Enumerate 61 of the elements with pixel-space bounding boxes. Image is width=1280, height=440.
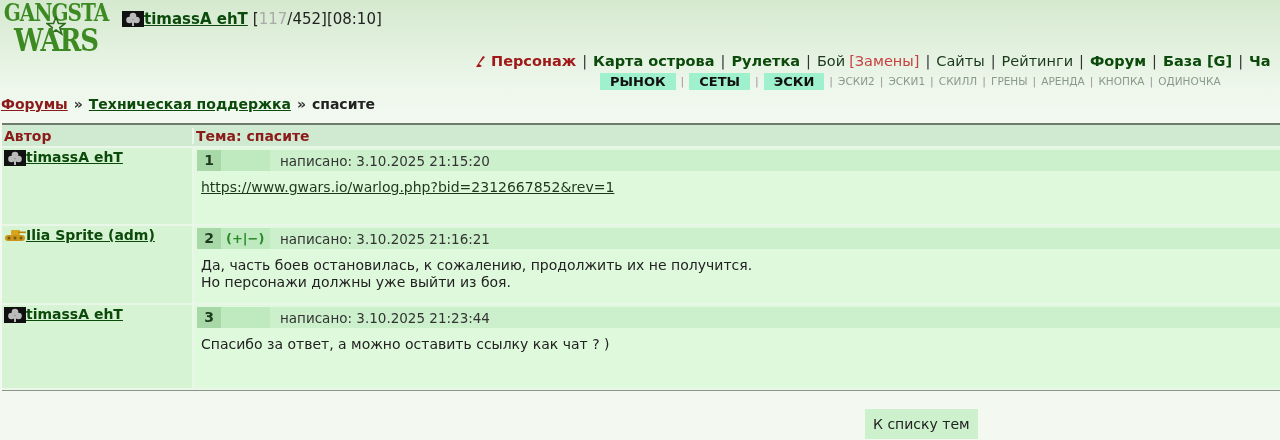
user-link[interactable]: timassA ehT	[144, 10, 248, 28]
nav-link[interactable]: Сайты	[936, 53, 985, 69]
nav-separator: |	[720, 53, 726, 69]
post-text: Да, часть боев остановилась, к сожалению, продолжить их не получится.	[201, 257, 754, 274]
nav-separator: |	[1079, 53, 1084, 69]
column-header: Автор	[2, 127, 194, 144]
nav-link[interactable]: Персонаж	[491, 53, 577, 69]
nav-link[interactable]: СЕТЫ	[689, 72, 751, 90]
logo[interactable]: GANGSTA WARS	[0, 0, 112, 58]
breadcrumb-current: спасите	[311, 96, 376, 114]
nav-separator: |	[879, 74, 884, 88]
user-stats: [117/452][08:10]	[252, 10, 382, 28]
nav-separator: |	[582, 53, 588, 69]
nav-link[interactable]: Форум	[1089, 53, 1146, 69]
nav-separator: |	[982, 74, 986, 88]
nav-separator: |	[1032, 74, 1037, 88]
knife-icon	[474, 54, 486, 68]
author-link[interactable]: Ilia Sprite (adm)	[26, 227, 155, 243]
post-link[interactable]: https://www.gwars.io/warlog.php?bid=2312667852&rev=1	[201, 179, 615, 195]
post-number: 3	[197, 307, 221, 328]
nav-separator: |	[755, 74, 759, 88]
breadcrumb-separator: »	[73, 96, 83, 114]
nav-separator: |	[990, 53, 996, 69]
nav-separator: |	[1089, 74, 1094, 88]
post-date: написано: 3.10.2025 21:16:21	[280, 230, 490, 247]
nav-separator: |	[930, 74, 934, 88]
club-avatar-icon	[122, 11, 144, 27]
tank-icon	[4, 228, 26, 244]
nav-link[interactable]: Рулетка	[731, 53, 800, 69]
nav-link[interactable]: Карта острова	[593, 53, 715, 69]
post-text: Спасибо за ответ, а можно оставить ссылку как чат ? )	[201, 336, 611, 353]
post-text: Но персонажи должны уже выйти из боя.	[201, 274, 512, 291]
nav-separator: |	[829, 74, 834, 88]
nav-separator: |	[925, 53, 931, 69]
club-avatar-icon	[4, 150, 26, 166]
nav-link[interactable]: Бой	[816, 53, 846, 69]
club-avatar-icon	[4, 307, 26, 323]
vote-panel	[221, 307, 270, 328]
back-to-topics-button[interactable]: К списку тем	[865, 409, 978, 439]
nav-separator: |	[1238, 53, 1244, 69]
nav-link[interactable]: РЫНОК	[600, 72, 676, 90]
author-link[interactable]: timassA ehT	[26, 149, 123, 165]
nav-link[interactable]: ЭСКИ	[763, 72, 825, 90]
breadcrumb-link[interactable]: Техническая поддержка	[88, 96, 291, 118]
post-number: 2	[197, 228, 221, 249]
nav-link[interactable]: Рейтинги	[1001, 53, 1074, 69]
column-header: Тема: спасите	[195, 127, 310, 144]
nav-separator: |	[806, 53, 811, 69]
nav-link[interactable]: [Замены]	[849, 53, 920, 69]
post-date: написано: 3.10.2025 21:23:44	[280, 309, 490, 326]
breadcrumb-link[interactable]: Форумы	[1, 96, 68, 118]
nav-link[interactable]: База [G]	[1162, 53, 1233, 69]
post-number: 1	[197, 150, 221, 171]
nav-separator: |	[1149, 74, 1154, 88]
nav-separator: |	[1152, 53, 1157, 69]
post-date: написано: 3.10.2025 21:15:20	[280, 152, 490, 169]
nav-separator: |	[680, 74, 685, 88]
breadcrumb-separator: »	[296, 96, 306, 114]
author-link[interactable]: timassA ehT	[26, 306, 123, 322]
vote-panel	[221, 150, 270, 171]
nav-link[interactable]: Ча	[1249, 53, 1271, 69]
